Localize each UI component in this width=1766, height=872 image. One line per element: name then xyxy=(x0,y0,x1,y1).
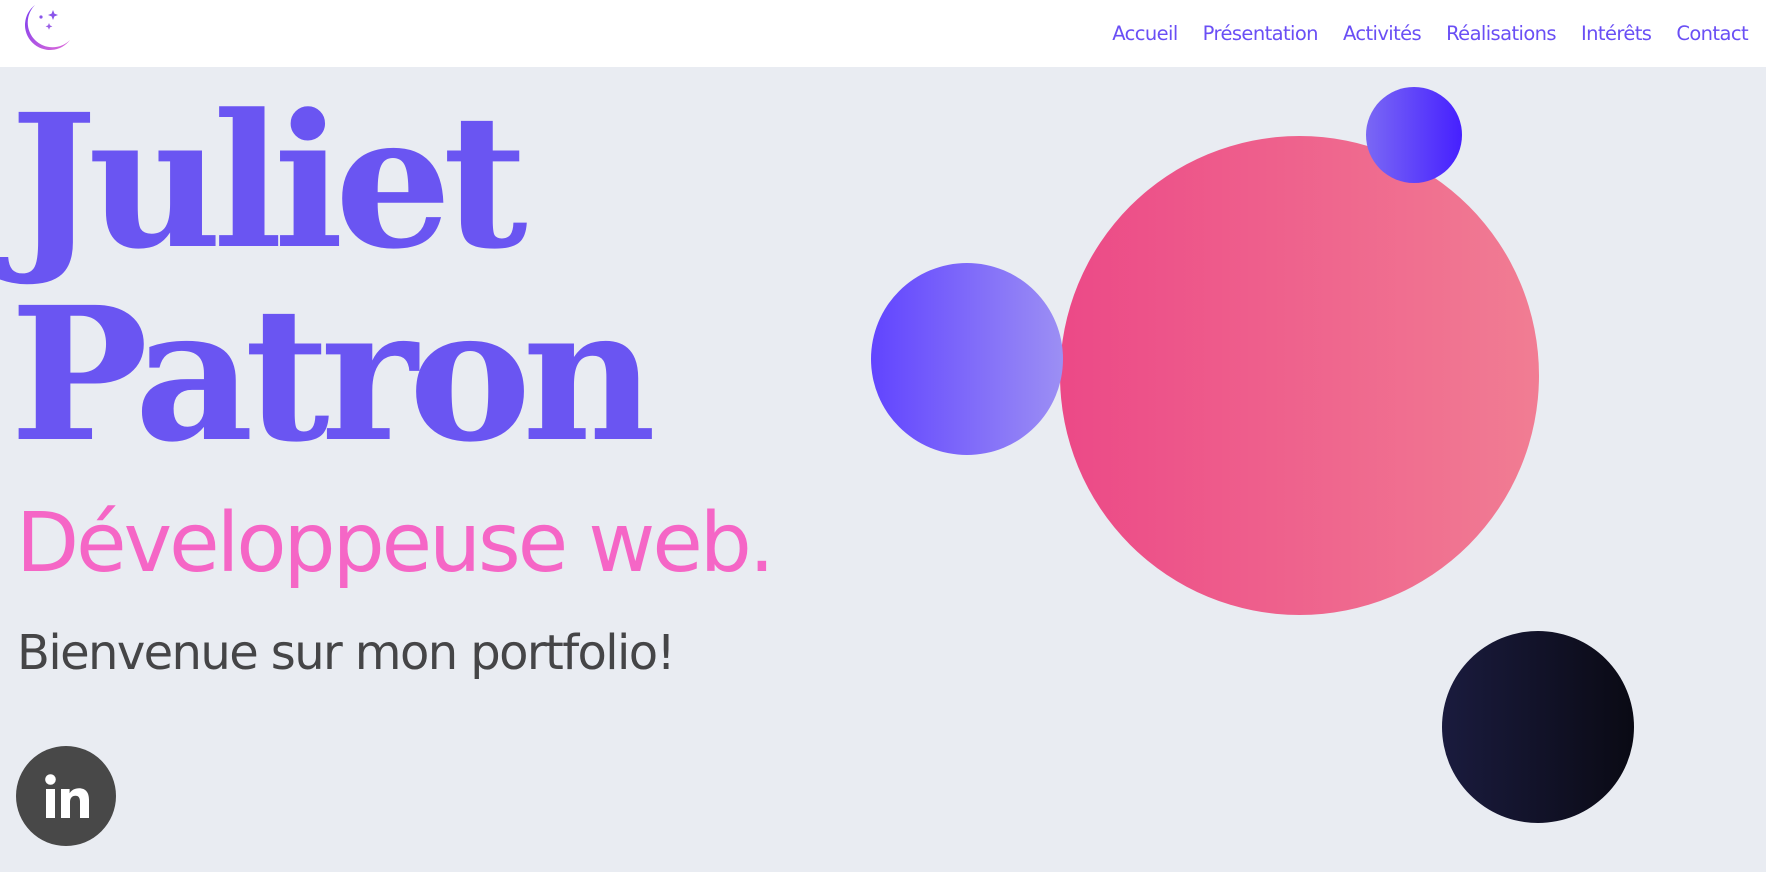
nav-presentation[interactable]: Présentation xyxy=(1203,22,1319,45)
linkedin-button[interactable] xyxy=(16,746,116,846)
top-navbar: Accueil Présentation Activités Réalisati… xyxy=(0,0,1766,67)
decorative-dark-circle xyxy=(1442,631,1634,823)
hero-role: Développeuse web. xyxy=(16,496,775,591)
nav-accueil[interactable]: Accueil xyxy=(1112,22,1178,45)
nav-realisations[interactable]: Réalisations xyxy=(1446,22,1556,45)
nav-activites[interactable]: Activités xyxy=(1343,22,1422,45)
hero-welcome-text: Bienvenue sur mon portfolio! xyxy=(17,625,676,681)
nav-interets[interactable]: Intérêts xyxy=(1581,22,1652,45)
logo-link[interactable] xyxy=(17,3,73,55)
linkedin-icon xyxy=(45,774,89,818)
hero-last-name: Patron xyxy=(10,267,656,483)
crescent-moon-stars-icon xyxy=(24,5,70,51)
decorative-purple-circle xyxy=(871,263,1063,455)
hero-name: Juliet Patron xyxy=(10,74,656,483)
nav-contact[interactable]: Contact xyxy=(1676,22,1748,45)
hero-first-name: Juliet xyxy=(10,74,528,290)
decorative-blue-circle xyxy=(1366,87,1462,183)
decorative-pink-circle xyxy=(1060,136,1539,615)
main-nav: Accueil Présentation Activités Réalisati… xyxy=(1112,0,1748,67)
